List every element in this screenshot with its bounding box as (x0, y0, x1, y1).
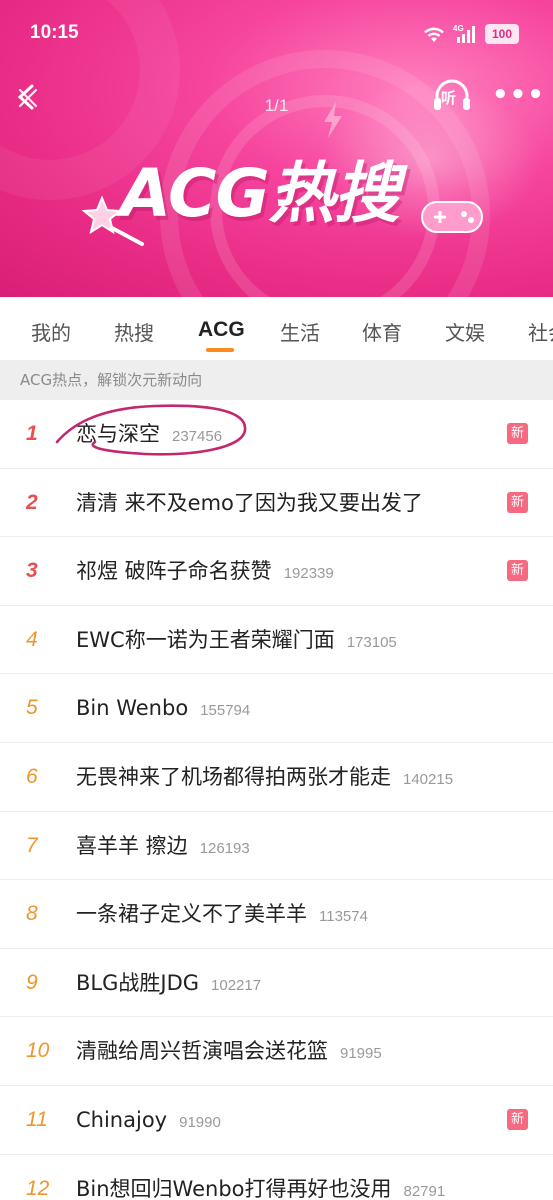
list-item[interactable]: 2 清清 来不及emo了因为我又要出发了 新 (0, 469, 553, 538)
heat-count: 91995 (340, 1045, 382, 1063)
signal-icon: 4G (453, 24, 479, 44)
tab-entertainment[interactable]: 文娱 (445, 317, 485, 346)
list-item[interactable]: 11 Chinajoy 91990 新 (0, 1086, 553, 1155)
row-text: 恋与深空 237456 (76, 400, 222, 468)
topic-title: 恋与深空 (76, 422, 160, 446)
topic-title: Bin想回归Wenbo打得再好也没用 (76, 1176, 392, 1200)
rank-number: 3 (26, 559, 38, 583)
row-text: 清清 来不及emo了因为我又要出发了 (76, 469, 423, 537)
tab-mine[interactable]: 我的 (31, 317, 71, 346)
row-text: EWC称一诺为王者荣耀门面 173105 (76, 606, 397, 674)
tab-sports[interactable]: 体育 (362, 317, 402, 346)
row-text: 清融给周兴哲演唱会送花篮 91995 (76, 1017, 382, 1085)
topic-title: EWC称一诺为王者荣耀门面 (76, 627, 335, 652)
rank-number: 1 (26, 422, 38, 445)
list-item[interactable]: 5 Bin Wenbo 155794 (0, 674, 553, 743)
battery-icon: 100 (485, 24, 519, 44)
new-badge: 新 (507, 491, 528, 513)
row-text: 祁煜 破阵子命名获赞 192339 (76, 537, 334, 605)
rank-number: 8 (26, 902, 38, 926)
row-text: 一条裙子定义不了美羊羊 113574 (76, 880, 368, 948)
status-bar: 10:15 4G 100 (0, 0, 553, 70)
rank-number: 2 (26, 490, 38, 514)
tab-bar: 我的 热搜 ACG 生活 体育 文娱 社会 (0, 297, 553, 360)
row-text: 喜羊羊 擦边 126193 (76, 812, 250, 880)
gamepad-icon (421, 201, 483, 233)
tab-society[interactable]: 社会 (528, 317, 553, 346)
heat-count: 140215 (403, 770, 454, 788)
hot-search-list: 1 恋与深空 237456 新 2 清清 来不及emo了因为我又要出发了新 3 祁煜 破阵子命… (0, 400, 553, 1200)
list-item[interactable]: 9 BLG战胜JDG 102217 (0, 949, 553, 1018)
list-item[interactable]: 10 清融给周兴哲演唱会送花篮 91995 (0, 1017, 553, 1086)
row-text: 无畏神来了机场都得拍两张才能走 140215 (76, 743, 453, 811)
heat-count: 91990 (179, 1113, 221, 1131)
topic-title: 喜羊羊 擦边 (76, 833, 188, 858)
row-text: Bin Wenbo 155794 (76, 674, 250, 742)
row-text: BLG战胜JDG 102217 (76, 949, 261, 1017)
section-subtitle: ACG热点，解锁次元新动向 (0, 360, 553, 400)
wifi-icon (421, 24, 447, 44)
status-icons: 4G 100 (421, 24, 519, 44)
new-badge: 新 (507, 423, 528, 444)
rank-number: 11 (26, 1107, 48, 1131)
banner-title: ACG热搜 (120, 155, 400, 232)
topic-title: 清融给周兴哲演唱会送花篮 (76, 1039, 328, 1064)
rank-number: 9 (26, 970, 38, 994)
topic-title: BLG战胜JDG (76, 970, 200, 995)
row-text: Bin想回归Wenbo打得再好也没用 82791 (76, 1155, 445, 1200)
new-badge: 新 (507, 560, 528, 582)
list-item[interactable]: 12 Bin想回归Wenbo打得再好也没用 82791 (0, 1155, 553, 1200)
heat-count: 102217 (211, 976, 262, 994)
heat-count: 126193 (199, 839, 250, 857)
bolt-icon (324, 102, 342, 138)
topic-title: 无畏神来了机场都得拍两张才能走 (76, 764, 391, 789)
heat-count: 192339 (283, 565, 334, 583)
svg-text:4G: 4G (453, 24, 464, 33)
rank-number: 4 (26, 627, 38, 651)
list-item[interactable]: 1 恋与深空 237456 新 (0, 400, 553, 469)
row-text: Chinajoy 91990 (76, 1086, 221, 1154)
heat-count: 82791 (403, 1182, 446, 1200)
list-item[interactable]: 3 祁煜 破阵子命名获赞 192339 新 (0, 537, 553, 606)
listen-label: 听 (441, 89, 457, 107)
list-item[interactable]: 6 无畏神来了机场都得拍两张才能走 140215 (0, 743, 553, 812)
rank-number: 6 (26, 764, 38, 788)
tab-acg[interactable]: ACG (198, 318, 245, 342)
list-item[interactable]: 7 喜羊羊 擦边 126193 (0, 812, 553, 881)
tab-life[interactable]: 生活 (280, 317, 320, 346)
heat-count: 173105 (346, 633, 397, 651)
more-icon[interactable]: ••• (492, 80, 544, 110)
topic-title: Chinajoy (76, 1107, 168, 1132)
rank-number: 12 (26, 1176, 50, 1200)
active-tab-indicator (206, 348, 234, 352)
new-badge: 新 (507, 1108, 528, 1130)
topic-title: 清清 来不及emo了因为我又要出发了 (76, 490, 423, 515)
topic-title: Bin Wenbo (76, 696, 189, 721)
heat-count: 113574 (319, 908, 368, 926)
rank-number: 10 (26, 1039, 50, 1063)
status-time: 10:15 (30, 22, 79, 43)
list-item[interactable]: 4 EWC称一诺为王者荣耀门面 173105 (0, 606, 553, 675)
rank-number: 5 (26, 696, 38, 720)
topic-title: 祁煜 破阵子命名获赞 (76, 559, 272, 584)
heat-count: 237456 (172, 428, 223, 445)
topic-title: 一条裙子定义不了美羊羊 (76, 902, 307, 927)
heat-count: 155794 (200, 702, 251, 720)
listen-button[interactable]: 听 (432, 78, 472, 114)
rank-number: 7 (26, 833, 38, 857)
list-item[interactable]: 8 一条裙子定义不了美羊羊 113574 (0, 880, 553, 949)
tab-hot-search[interactable]: 热搜 (114, 317, 154, 346)
header-banner: 10:15 4G 100 1/1 听 ••• ACG热搜 (0, 0, 553, 297)
